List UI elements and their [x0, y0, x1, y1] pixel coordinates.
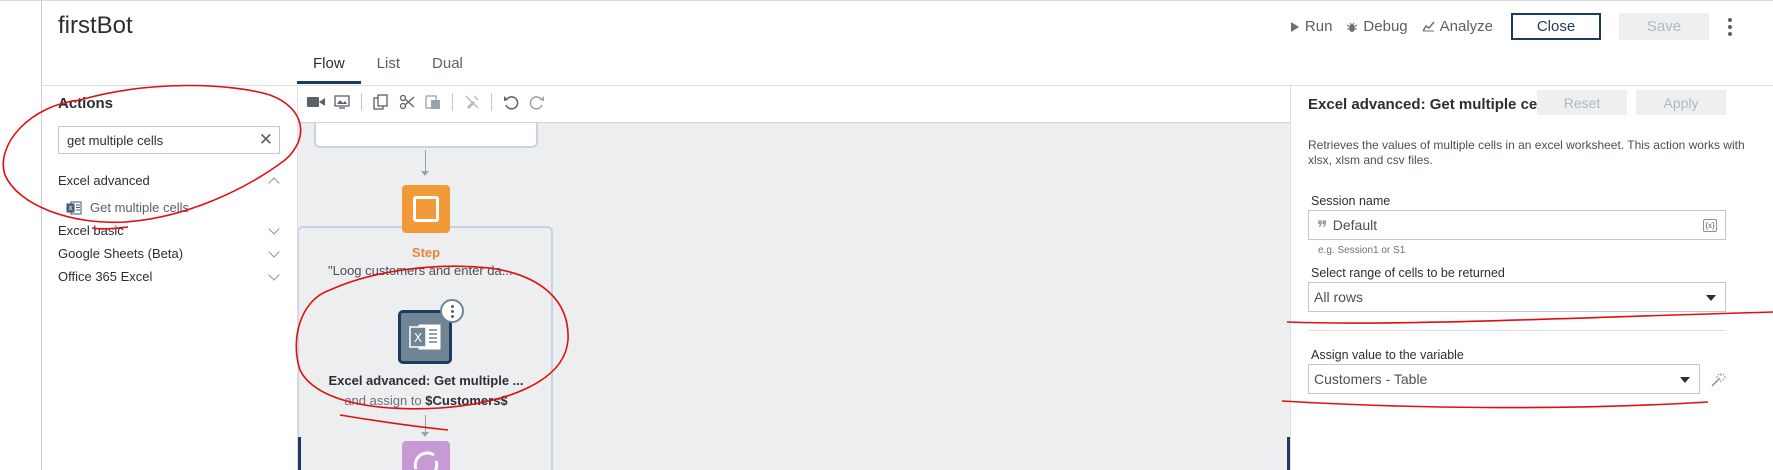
step-node-label: Step: [411, 245, 441, 260]
right-panel-divider: [1290, 86, 1291, 470]
magic-wand-icon[interactable]: [1710, 372, 1726, 388]
flow-connector: [425, 415, 426, 433]
flow-toolbar: [306, 93, 547, 111]
chart-line-icon: [1421, 21, 1435, 32]
debug-label: Debug: [1363, 18, 1408, 35]
loop-node-icon[interactable]: [402, 441, 450, 470]
save-button[interactable]: Save: [1619, 13, 1709, 40]
flow-node-previous[interactable]: [314, 123, 538, 148]
more-menu-icon[interactable]: [1725, 17, 1735, 36]
excel-icon: X: [409, 324, 441, 350]
cut-icon[interactable]: [397, 93, 417, 111]
clear-search-icon[interactable]: ✕: [259, 131, 273, 149]
svg-text:X: X: [68, 204, 73, 212]
step-node-icon[interactable]: [402, 185, 450, 233]
canvas-scroll-marker-left: [298, 437, 301, 470]
arrow-down-icon: [421, 432, 429, 437]
reset-button[interactable]: Reset: [1537, 90, 1627, 115]
session-name-label: Session name: [1311, 194, 1391, 208]
actions-search-input[interactable]: [59, 127, 249, 153]
caret-down-icon: [1680, 377, 1690, 383]
category-office-365-excel[interactable]: Office 365 Excel: [58, 268, 284, 284]
analyze-button[interactable]: Analyze: [1421, 18, 1493, 35]
header-actions: Run Debug Analyze Close Save: [1290, 13, 1735, 40]
bot-title: firstBot: [58, 12, 133, 39]
actions-search-box: ✕: [58, 126, 280, 154]
undo-icon[interactable]: [501, 93, 521, 111]
category-excel-advanced[interactable]: Excel advanced: [58, 173, 284, 189]
category-excel-basic[interactable]: Excel basic: [58, 222, 284, 238]
assign-variable-value: Customers - Table: [1314, 371, 1428, 387]
run-label: Run: [1304, 18, 1333, 35]
tab-list[interactable]: List: [361, 52, 416, 84]
record-video-icon[interactable]: [306, 93, 326, 111]
insert-variable-icon[interactable]: {x}: [1703, 219, 1717, 232]
properties-title: Excel advanced: Get multiple cells: [1308, 96, 1554, 113]
chevron-down-icon: [268, 245, 280, 258]
disable-step-icon[interactable]: [462, 93, 482, 111]
action-description: Retrieves the values of multiple cells i…: [1308, 138, 1745, 167]
arrow-down-icon: [421, 171, 429, 176]
assign-prefix: and assign to: [344, 393, 426, 408]
play-icon: [1290, 21, 1299, 32]
chevron-down-icon: [268, 222, 280, 235]
range-select-label: Select range of cells to be returned: [1311, 266, 1505, 280]
session-name-hint: e.g. Session1 or S1: [1318, 245, 1406, 256]
action-item-label: Get multiple cells: [90, 200, 189, 215]
bug-icon: [1347, 22, 1358, 32]
left-edge: [41, 0, 42, 470]
category-label: Excel advanced: [58, 173, 150, 188]
caret-down-icon: [1706, 295, 1716, 301]
actions-heading: Actions: [58, 95, 114, 112]
chevron-down-icon: [268, 268, 280, 281]
excel-node-assignment: and assign to $Customers$: [298, 393, 554, 408]
range-select[interactable]: All rows: [1308, 282, 1726, 312]
assign-variable: $Customers$: [425, 393, 508, 408]
step-node-description: "Loog customers and enter da...: [328, 263, 513, 278]
run-button[interactable]: Run: [1290, 18, 1333, 35]
flow-connector: [425, 150, 426, 172]
excel-icon: X: [66, 201, 82, 214]
paste-icon[interactable]: [423, 93, 443, 111]
toolbar-separator: [452, 93, 453, 111]
redo-icon[interactable]: [527, 93, 547, 111]
top-border: [0, 0, 1773, 1]
tab-dual[interactable]: Dual: [416, 52, 479, 84]
svg-text:X: X: [414, 331, 422, 345]
excel-node-label: Excel advanced: Get multiple ...: [328, 373, 524, 388]
apply-button[interactable]: Apply: [1636, 90, 1726, 115]
screen-capture-icon[interactable]: [332, 93, 352, 111]
action-get-multiple-cells[interactable]: X Get multiple cells: [66, 200, 189, 215]
chevron-up-icon: [268, 176, 280, 189]
copy-icon[interactable]: [371, 93, 391, 111]
flow-canvas[interactable]: Step "Loog customers and enter da... X E…: [298, 122, 1290, 470]
debug-button[interactable]: Debug: [1346, 18, 1408, 35]
close-button[interactable]: Close: [1511, 13, 1601, 40]
view-tabs: Flow List Dual: [297, 52, 479, 84]
tabs-divider: [42, 85, 1773, 86]
node-more-options-icon[interactable]: [440, 299, 464, 323]
category-label: Excel basic: [58, 223, 124, 238]
quote-icon: ❞: [1317, 216, 1328, 240]
tab-flow[interactable]: Flow: [297, 52, 361, 84]
toolbar-separator: [491, 93, 492, 111]
assign-variable-select[interactable]: Customers - Table: [1308, 364, 1700, 394]
category-google-sheets[interactable]: Google Sheets (Beta): [58, 245, 284, 261]
properties-divider: [1308, 330, 1726, 331]
range-select-value: All rows: [1314, 289, 1364, 305]
session-name-field[interactable]: ❞ Default {x}: [1308, 210, 1726, 240]
category-label: Google Sheets (Beta): [58, 246, 184, 261]
toolbar-separator: [361, 93, 362, 111]
assign-variable-label: Assign value to the variable: [1311, 348, 1464, 362]
category-label: Office 365 Excel: [58, 269, 153, 284]
analyze-label: Analyze: [1439, 18, 1493, 35]
session-name-value: Default: [1332, 217, 1378, 233]
